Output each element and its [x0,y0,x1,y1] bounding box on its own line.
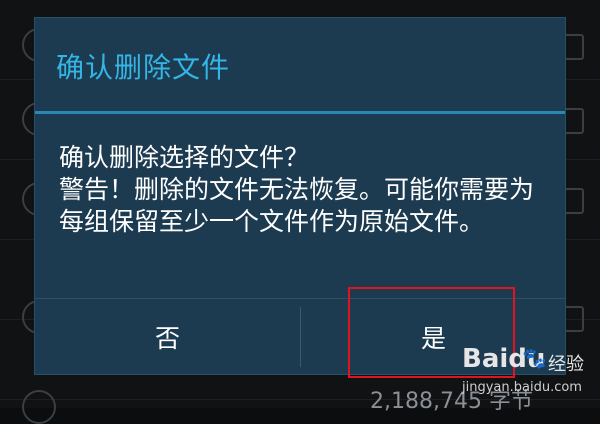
message-warning: 警告！删除的文件无法恢复。可能你需要为每组保留至少一个文件作为原始文件。 [59,175,535,236]
watermark-brand: 经验 [548,354,584,375]
title-divider [35,111,565,114]
watermark-url: jingyan.baidu.com [462,380,582,395]
dialog-title: 确认删除文件 [56,51,231,84]
no-button[interactable]: 否 [35,299,300,375]
file-select-circle[interactable] [22,390,56,424]
baidu-jingyan-watermark: Baidu 🐾 经验 jingyan.baidu.com [462,344,594,404]
message-question: 确认删除选择的文件？ [59,143,310,172]
dialog-message: 确认删除选择的文件？ 警告！删除的文件无法恢复。可能你需要为每组保留至少一个文件… [59,142,555,238]
paw-icon: 🐾 [522,346,547,370]
